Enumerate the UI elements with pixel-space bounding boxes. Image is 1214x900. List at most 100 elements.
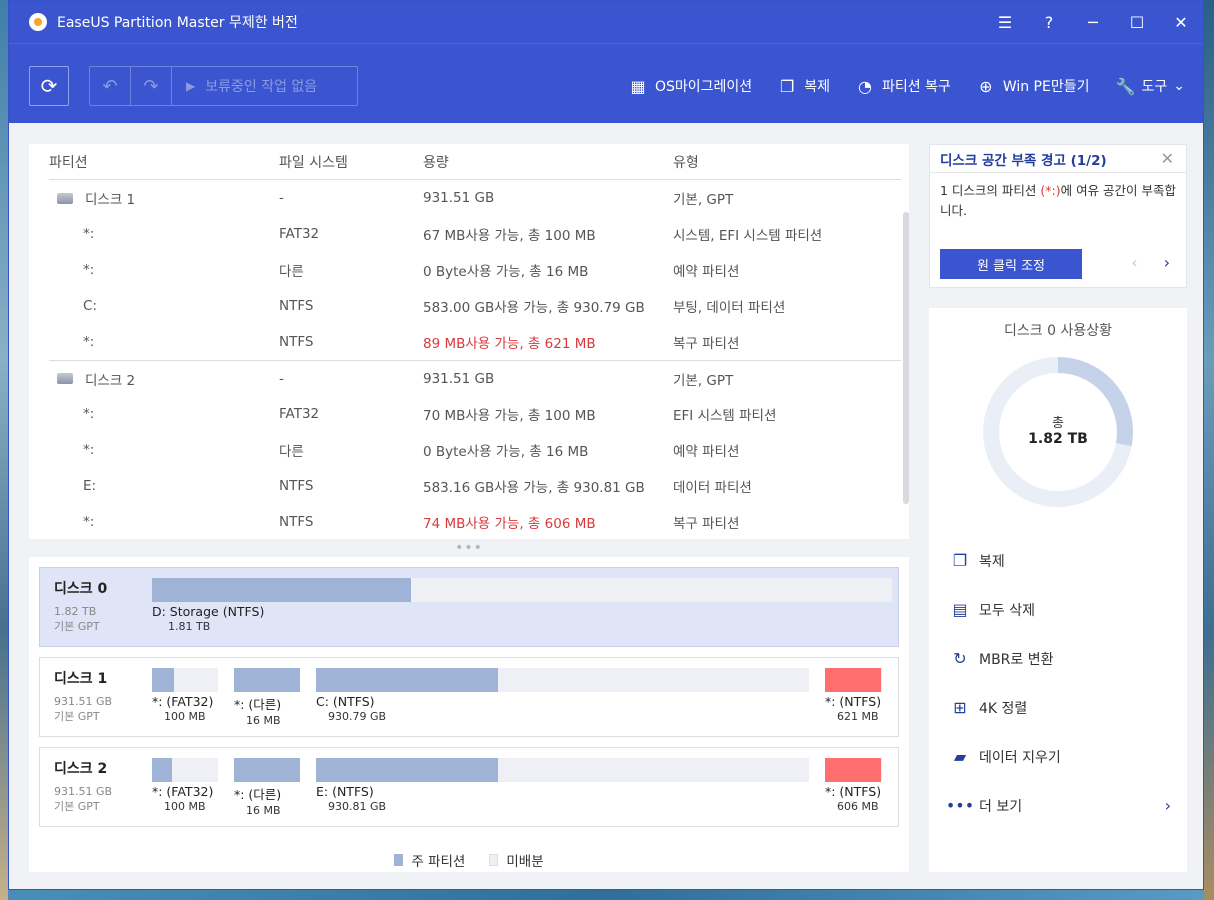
- partition-table: 파티션 파일 시스템 용량 유형 디스크 1 - 931.51 GB 기본, G…: [29, 144, 909, 539]
- partition-label: *: (NTFS): [825, 694, 882, 709]
- action-4k-align[interactable]: ⊞ 4K 정렬: [949, 683, 1179, 732]
- header-capacity[interactable]: 용량: [423, 152, 673, 172]
- menu-item-pie[interactable]: ◔ 파티션 복구: [856, 76, 951, 96]
- wipe-data-icon: ▰: [953, 747, 967, 766]
- undo-button[interactable]: ↶: [90, 67, 131, 105]
- table-row-partition[interactable]: *: FAT32 67 MB사용 가능, 총 100 MB 시스템, EFI 시…: [49, 216, 901, 252]
- menu-item-clone[interactable]: ❐ 복제: [778, 76, 830, 96]
- partition-capacity: 67 MB사용 가능, 총 100 MB: [423, 228, 596, 244]
- clone-icon: ❐: [780, 76, 795, 96]
- one-click-adjust-button[interactable]: 원 클릭 조정: [940, 249, 1082, 279]
- partition-capacity: 583.00 GB사용 가능, 총 930.79 GB: [423, 300, 645, 316]
- redo-button[interactable]: ↷: [131, 67, 172, 105]
- partition-bar: [152, 578, 892, 602]
- prev-warning-icon[interactable]: ‹: [1131, 253, 1137, 272]
- refresh-button[interactable]: ⟳: [29, 66, 69, 106]
- partition-block[interactable]: *: (FAT32) 100 MB: [152, 668, 218, 723]
- partition-type: 복구 파티션: [673, 336, 740, 352]
- partition-block[interactable]: C: (NTFS) 930.79 GB: [316, 668, 809, 723]
- disk-card[interactable]: 디스크 2 931.51 GB 기본 GPT *: (FAT32) 100 MB…: [39, 747, 899, 827]
- maximize-button[interactable]: ☐: [1115, 1, 1159, 43]
- partition-block[interactable]: D: Storage (NTFS) 1.81 TB: [152, 578, 892, 633]
- action-clone[interactable]: ❐ 복제: [949, 536, 1179, 585]
- menu-item-label: 복제: [804, 79, 830, 95]
- app-logo-icon: [29, 13, 47, 31]
- warning-close-icon[interactable]: ✕: [1161, 149, 1174, 168]
- menu-item-label: 도구: [1141, 79, 1168, 95]
- disk-card[interactable]: 디스크 1 931.51 GB 기본 GPT *: (FAT32) 100 MB…: [39, 657, 899, 737]
- warning-partition: (*:): [1040, 183, 1061, 198]
- partition-bar: [152, 758, 218, 782]
- minimize-button[interactable]: ─: [1071, 1, 1115, 43]
- action-label: 4K 정렬: [979, 700, 1028, 717]
- table-row-partition[interactable]: *: 다른 0 Byte사용 가능, 총 16 MB 예약 파티션: [49, 252, 901, 288]
- action-wipe-data[interactable]: ▰ 데이터 지우기: [949, 732, 1179, 781]
- partition-size: 16 MB: [246, 714, 281, 727]
- action-convert-mbr[interactable]: ↻ MBR로 변환: [949, 634, 1179, 683]
- partition-used-fill: [152, 668, 174, 692]
- header-partition[interactable]: 파티션: [49, 152, 279, 172]
- 4k-align-icon: ⊞: [953, 698, 967, 717]
- partition-bar: [152, 668, 218, 692]
- partition-label: D: Storage (NTFS): [152, 604, 265, 619]
- convert-mbr-icon: ↻: [953, 649, 967, 668]
- action-label: 모두 삭제: [979, 602, 1035, 619]
- play-icon: ▶: [186, 79, 196, 93]
- partition-fs: FAT32: [279, 226, 320, 242]
- warning-body: 1 디스크의 파티션 (*:)에 여유 공간이 부족합니다.: [930, 173, 1186, 229]
- partition-used-fill: [234, 758, 300, 782]
- disk-map: 디스크 0 1.82 TB 기본 GPT D: Storage (NTFS) 1…: [29, 557, 909, 872]
- partition-used-fill: [825, 758, 881, 782]
- disk-usage-panel: 디스크 0 사용상황 총 1.82 TB ❐ 복제 ▤ 모두 삭제 ↻ MBR로 변환 ⊞ 4…: [929, 308, 1187, 872]
- table-row-disk[interactable]: 디스크 2 - 931.51 GB 기본, GPT: [49, 360, 901, 396]
- header-type[interactable]: 유형: [673, 152, 893, 172]
- partition-fs: FAT32: [279, 406, 320, 422]
- pane-splitter[interactable]: •••: [29, 539, 909, 557]
- apply-pending-button[interactable]: ▶ 보류중인 작업 없음: [172, 76, 317, 96]
- partition-block[interactable]: *: (FAT32) 100 MB: [152, 758, 218, 813]
- low-space-warning: 디스크 공간 부족 경고 (1/2) ✕ 1 디스크의 파티션 (*:)에 여유…: [929, 144, 1187, 288]
- partition-type: 시스템, EFI 시스템 파티션: [673, 228, 823, 244]
- action-delete-all[interactable]: ▤ 모두 삭제: [949, 585, 1179, 634]
- table-row-partition[interactable]: *: FAT32 70 MB사용 가능, 총 100 MB EFI 시스템 파티…: [49, 396, 901, 432]
- partition-name: *:: [83, 262, 95, 278]
- menu-item-plus-circle[interactable]: ⊕ Win PE만들기: [977, 76, 1089, 96]
- menu-item-label: OS마이그레이션: [655, 79, 753, 95]
- hamburger-menu-icon[interactable]: ☰: [983, 1, 1027, 43]
- table-scrollbar[interactable]: [903, 212, 909, 504]
- partition-block[interactable]: *: (NTFS) 621 MB: [825, 668, 882, 723]
- table-row-partition[interactable]: E: NTFS 583.16 GB사용 가능, 총 930.81 GB 데이터 …: [49, 468, 901, 504]
- partition-block[interactable]: *: (다른) 16 MB: [234, 668, 300, 727]
- partition-size: 100 MB: [164, 710, 206, 723]
- disk-fs: -: [279, 190, 284, 206]
- table-row-partition[interactable]: *: NTFS 89 MB사용 가능, 총 621 MB 복구 파티션: [49, 324, 901, 360]
- menu-item-windows[interactable]: ▦ OS마이그레이션: [629, 76, 752, 96]
- close-button[interactable]: ✕: [1159, 1, 1203, 43]
- table-row-partition[interactable]: *: 다른 0 Byte사용 가능, 총 16 MB 예약 파티션: [49, 432, 901, 468]
- plus-circle-icon: ⊕: [979, 76, 993, 96]
- partition-label: C: (NTFS): [316, 694, 375, 709]
- help-icon[interactable]: ?: [1027, 1, 1071, 43]
- next-warning-icon[interactable]: ›: [1164, 253, 1170, 272]
- partition-name: *:: [83, 406, 95, 422]
- window-title: EaseUS Partition Master 무제한 버전: [57, 15, 298, 31]
- table-row-partition[interactable]: *: NTFS 74 MB사용 가능, 총 606 MB 복구 파티션: [49, 504, 901, 540]
- disk-card[interactable]: 디스크 0 1.82 TB 기본 GPT D: Storage (NTFS) 1…: [39, 567, 899, 647]
- menu-item-wrench[interactable]: 🔧 도구 ⌄: [1116, 76, 1186, 96]
- partition-label: *: (다른): [234, 697, 282, 712]
- partition-block[interactable]: *: (NTFS) 606 MB: [825, 758, 882, 813]
- partition-block[interactable]: *: (다른) 16 MB: [234, 758, 300, 817]
- header-filesystem[interactable]: 파일 시스템: [279, 152, 423, 172]
- disk-card-size: 931.51 GB: [54, 695, 113, 708]
- pie-icon: ◔: [857, 76, 872, 96]
- warning-text: 1 디스크의 파티션: [940, 183, 1041, 198]
- partition-type: 데이터 파티션: [673, 480, 752, 496]
- action-more[interactable]: ••• 더 보기 ›: [946, 781, 1179, 830]
- disk-card-name: 디스크 1: [54, 671, 108, 687]
- legend-unallocated: 미배분: [506, 854, 544, 870]
- table-row-partition[interactable]: C: NTFS 583.00 GB사용 가능, 총 930.79 GB 부팅, …: [49, 288, 901, 324]
- disk-name: 디스크 2: [85, 372, 136, 389]
- partition-block[interactable]: E: (NTFS) 930.81 GB: [316, 758, 809, 813]
- disk-card-name: 디스크 0: [54, 581, 108, 597]
- table-row-disk[interactable]: 디스크 1 - 931.51 GB 기본, GPT: [49, 180, 901, 216]
